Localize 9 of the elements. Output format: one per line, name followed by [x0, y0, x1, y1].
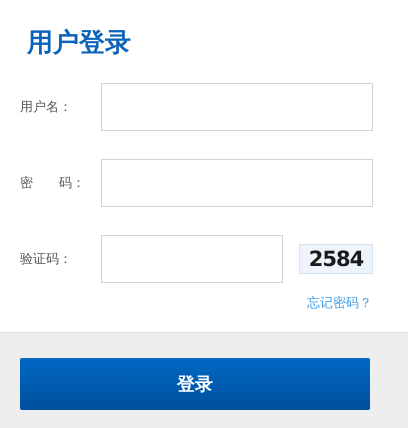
login-button[interactable]: 登录: [20, 358, 370, 410]
captcha-code[interactable]: 2584: [299, 244, 373, 274]
username-field[interactable]: [101, 83, 373, 131]
field-label: 用户名：: [19, 99, 73, 116]
captcha-field[interactable]: [101, 235, 283, 283]
field-label: 密 码：: [19, 175, 86, 192]
field-label: 验证码：: [19, 251, 73, 268]
page-title: 用户登录: [27, 27, 131, 60]
password-field[interactable]: [101, 159, 373, 207]
